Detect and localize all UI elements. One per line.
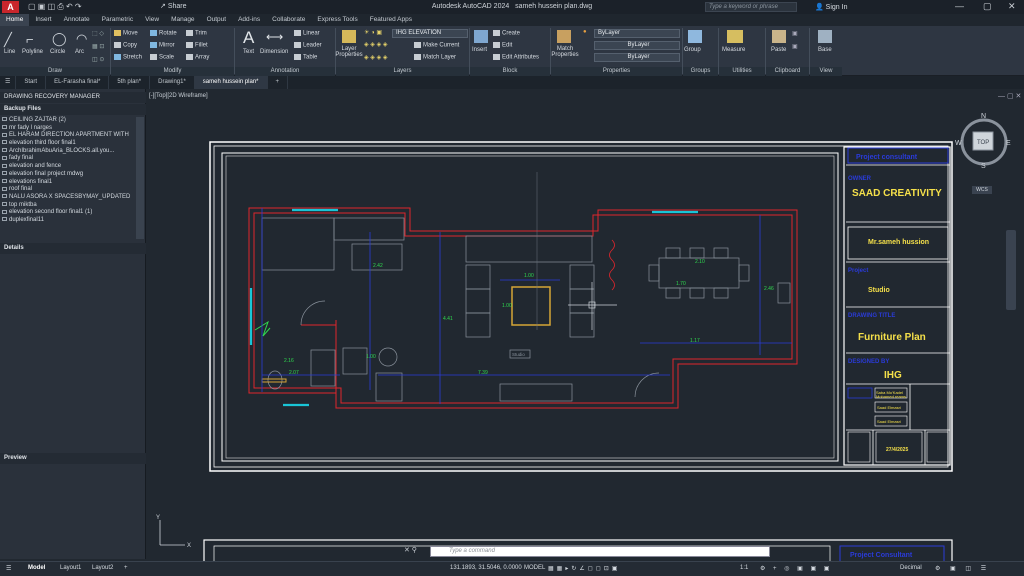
add-layout-icon[interactable]: + xyxy=(124,565,128,571)
tb-name-4: Saad Elmasri xyxy=(877,419,901,424)
tb-person: Mr.sameh hussion xyxy=(868,239,929,246)
ucs-x: X xyxy=(187,543,191,549)
compass-s: S xyxy=(981,163,986,168)
tb-drawing: Furniture Plan xyxy=(858,332,926,343)
menu-icon[interactable]: ☰ xyxy=(6,565,11,572)
ucs-y: Y xyxy=(156,515,160,521)
dim-label: 2.42 xyxy=(373,263,383,269)
wcs-menu[interactable]: WCS xyxy=(972,186,992,194)
plan-frame-inner xyxy=(225,155,835,459)
model-space-button[interactable]: MODEL xyxy=(524,565,545,571)
tb-project-label: Project xyxy=(848,268,868,274)
dim-label: 1.70 xyxy=(676,281,686,287)
command-input[interactable]: Type a command xyxy=(430,546,770,557)
furniture xyxy=(261,217,791,402)
center-table xyxy=(511,286,551,326)
status-tools-icons[interactable]: ⚙ + ◎ ▣ ▣ ▣ xyxy=(760,565,832,572)
curtain xyxy=(609,239,615,291)
dimension-lines xyxy=(261,208,792,404)
windows xyxy=(249,208,698,407)
cell-box xyxy=(926,431,949,463)
status-bar: ☰ Model Layout1 Layout2 + 131.1893, 31.5… xyxy=(0,561,1024,576)
plan-frame xyxy=(221,152,839,462)
dim-label: 2.07 xyxy=(289,370,299,376)
compass-w: W xyxy=(955,140,962,147)
drafting-tools-icons[interactable]: ▦▦▸↻∠◻◻⊡▣ xyxy=(548,565,620,572)
tb-name-3: Saad Elmasri xyxy=(877,405,901,410)
dim-label: 4.41 xyxy=(443,316,453,322)
coordinates-readout: 131.1893, 31.5046, 0.0000 xyxy=(450,565,522,571)
compass-e: E xyxy=(1006,140,1011,147)
tb-project: Studio xyxy=(868,287,890,294)
command-close-icon[interactable]: ✕ ⚲ xyxy=(404,546,417,554)
tb-name-2: Mohamed reams xyxy=(876,394,906,399)
dim-label: 1.00 xyxy=(366,354,376,360)
tb-drawing-label: DRAWING TITLE xyxy=(848,313,895,319)
dim-label: 1.00 xyxy=(524,273,534,279)
viewcube[interactable]: TOP N S E W xyxy=(955,110,1013,168)
tb-date: 27/4/2025 xyxy=(886,447,908,453)
cell-box xyxy=(847,431,871,463)
tb-designer-label: DESIGNED BY xyxy=(848,359,889,365)
sheet-border xyxy=(209,141,953,472)
tb-consultant: Project consultant xyxy=(856,154,918,161)
dim-label: 2.10 xyxy=(695,259,705,265)
tb-owner: SAAD CREATIVITY xyxy=(852,188,942,199)
cube-top-label: TOP xyxy=(977,140,989,146)
units-selector[interactable]: Decimal xyxy=(900,565,922,571)
dim-label: 7.39 xyxy=(478,370,488,376)
status-right-icons[interactable]: ⚙ ▣ ◫ ☰ xyxy=(935,565,990,572)
room-label: Studio xyxy=(512,352,525,357)
tb-designer: IHG xyxy=(884,370,902,381)
annotation-scale[interactable]: 1:1 xyxy=(740,565,748,571)
lower-consultant: Project Consultant xyxy=(850,552,913,559)
layout2-tab[interactable]: Layout2 xyxy=(92,565,113,571)
layout1-tab[interactable]: Layout1 xyxy=(60,565,81,571)
toilet-tank xyxy=(261,378,287,383)
compass-n: N xyxy=(981,113,986,120)
tb-owner-label: OWNER xyxy=(848,176,872,182)
dim-label: 1.17 xyxy=(690,338,700,344)
plant-icon xyxy=(254,320,271,337)
navigation-bar[interactable] xyxy=(1006,230,1016,310)
dim-label: 2.16 xyxy=(284,358,294,364)
model-tab[interactable]: Model xyxy=(28,565,45,571)
ucs-icon xyxy=(159,520,185,546)
cell-box xyxy=(847,387,873,399)
walls xyxy=(248,207,798,409)
dim-label: 2.46 xyxy=(764,286,774,292)
dim-label: 1.00 xyxy=(502,303,512,309)
drawing-svg: Project consultant OWNER SAAD CREATIVITY… xyxy=(156,141,953,576)
